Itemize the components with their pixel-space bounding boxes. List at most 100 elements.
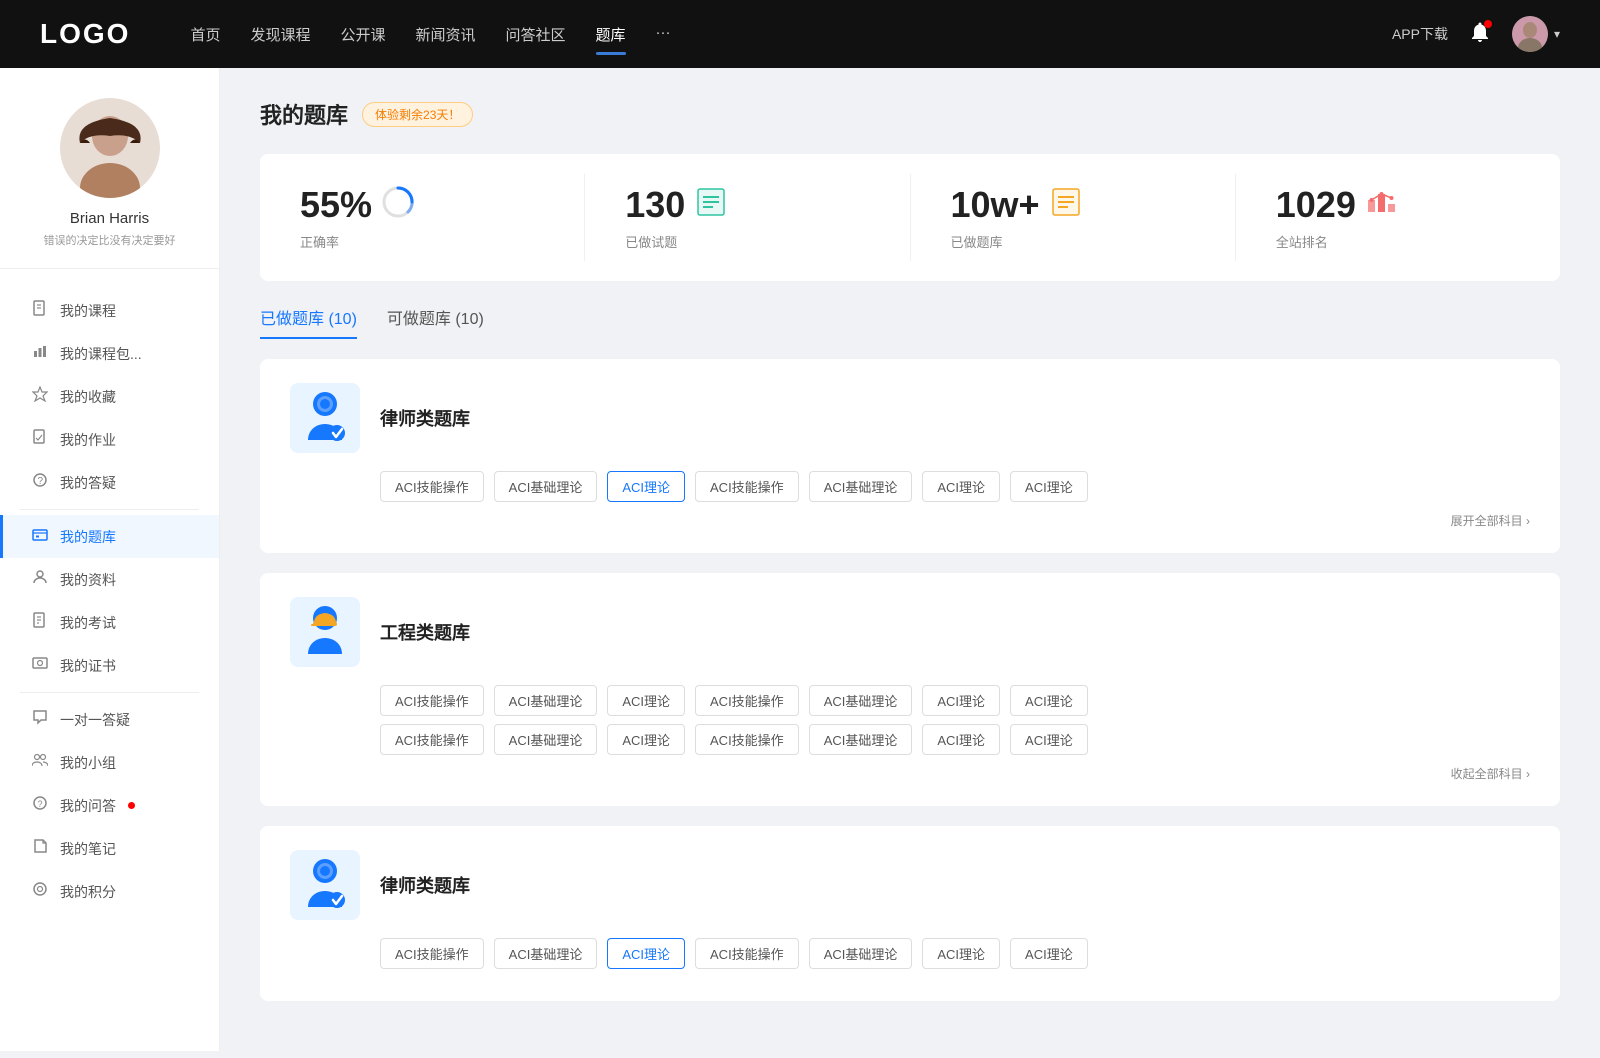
svg-text:?: ? (38, 799, 43, 809)
group-icon (30, 752, 50, 773)
tag-item[interactable]: ACI理论 (1010, 938, 1088, 969)
logo[interactable]: LOGO (40, 18, 130, 50)
sidebar-item-exam[interactable]: 我的考试 (0, 601, 219, 644)
tag-item[interactable]: ACI技能操作 (380, 471, 484, 502)
nav-news[interactable]: 新闻资讯 (416, 20, 476, 49)
sidebar-item-course-pack[interactable]: 我的课程包... (0, 332, 219, 375)
sidebar-divider-2 (20, 692, 199, 693)
tab-todo[interactable]: 可做题库 (10) (387, 305, 484, 339)
tag-item[interactable]: ACI技能操作 (695, 938, 799, 969)
bank-card-lawyer-2: 律师类题库 ACI技能操作 ACI基础理论 ACI理论 ACI技能操作 ACI基… (260, 826, 1560, 1001)
sidebar-item-label: 我的问答 (60, 796, 116, 816)
engineer-card-icon (290, 597, 360, 667)
sidebar-menu: 我的课程 我的课程包... 我的收藏 我的作业 (0, 279, 219, 923)
notification-bell[interactable] (1468, 20, 1492, 49)
certificate-icon (30, 655, 50, 676)
sidebar-item-homework[interactable]: 我的作业 (0, 418, 219, 461)
nav-open-course[interactable]: 公开课 (340, 20, 385, 49)
page-title: 我的题库 (260, 98, 348, 130)
bank-card-header: 工程类题库 (290, 597, 1530, 667)
stat-label: 已做试题 (625, 232, 677, 251)
points-icon (30, 881, 50, 902)
sidebar-item-qa[interactable]: ? 我的答疑 (0, 461, 219, 504)
tag-item[interactable]: ACI基础理论 (494, 938, 598, 969)
sidebar-item-my-courses[interactable]: 我的课程 (0, 289, 219, 332)
nav-more[interactable]: ··· (656, 20, 671, 49)
nav-links: 首页 发现课程 公开课 新闻资讯 问答社区 题库 ··· (190, 20, 1352, 49)
tag-item[interactable]: ACI理论 (1010, 685, 1088, 716)
sidebar-item-label: 我的小组 (60, 753, 116, 773)
lawyer-1-tags: ACI技能操作 ACI基础理论 ACI理论 ACI技能操作 ACI基础理论 AC… (380, 471, 1530, 502)
tag-item[interactable]: ACI基础理论 (809, 724, 913, 755)
tag-item[interactable]: ACI理论 (922, 685, 1000, 716)
lawyer-2-tags: ACI技能操作 ACI基础理论 ACI理论 ACI技能操作 ACI基础理论 AC… (380, 938, 1530, 969)
tag-item[interactable]: ACI理论 (607, 471, 685, 502)
tag-item[interactable]: ACI理论 (607, 724, 685, 755)
app-download[interactable]: APP下载 (1392, 24, 1448, 44)
nav-question-bank[interactable]: 题库 (596, 20, 626, 49)
accuracy-icon (382, 186, 414, 225)
collapse-btn[interactable]: 收起全部科目 › (1451, 765, 1530, 782)
nav-discover[interactable]: 发现课程 (250, 20, 310, 49)
stat-ranking: 1029 全站排名 (1236, 174, 1560, 261)
stat-top: 10w+ (951, 184, 1082, 226)
tag-item[interactable]: ACI技能操作 (380, 685, 484, 716)
tag-item[interactable]: ACI理论 (922, 938, 1000, 969)
tag-item[interactable]: ACI理论 (922, 724, 1000, 755)
sidebar-item-certificate[interactable]: 我的证书 (0, 644, 219, 687)
banks-icon (1050, 186, 1082, 225)
tag-item[interactable]: ACI基础理论 (494, 685, 598, 716)
profile-avatar (60, 98, 160, 198)
tag-item[interactable]: ACI理论 (922, 471, 1000, 502)
sidebar-item-question-bank[interactable]: 我的题库 (0, 515, 219, 558)
sidebar-item-label: 我的作业 (60, 430, 116, 450)
ranking-icon (1366, 186, 1398, 225)
stat-top: 55% (300, 184, 414, 226)
navbar-right: APP下载 ▾ (1392, 16, 1560, 52)
sidebar-item-1on1[interactable]: 一对一答疑 (0, 698, 219, 741)
qa-badge (128, 802, 135, 809)
stat-done-questions: 130 已做试题 (585, 174, 910, 261)
tag-item[interactable]: ACI基础理论 (494, 724, 598, 755)
stat-label: 已做题库 (951, 232, 1003, 251)
homework-icon (30, 429, 50, 450)
tag-item[interactable]: ACI基础理论 (809, 938, 913, 969)
sidebar-item-group[interactable]: 我的小组 (0, 741, 219, 784)
nav-home[interactable]: 首页 (190, 20, 220, 49)
sidebar-item-label: 我的资料 (60, 570, 116, 590)
question-icon: ? (30, 472, 50, 493)
main-content: 我的题库 体验剩余23天！ 55% 正确率 130 (220, 68, 1600, 1051)
sidebar-item-points[interactable]: 我的积分 (0, 870, 219, 913)
tag-item[interactable]: ACI理论 (1010, 471, 1088, 502)
tag-item[interactable]: ACI技能操作 (695, 685, 799, 716)
sidebar-item-label: 我的证书 (60, 656, 116, 676)
tag-item[interactable]: ACI基础理论 (494, 471, 598, 502)
sidebar-item-favorites[interactable]: 我的收藏 (0, 375, 219, 418)
sidebar-item-profile[interactable]: 我的资料 (0, 558, 219, 601)
chat-icon (30, 709, 50, 730)
stat-label: 正确率 (300, 232, 339, 251)
card-footer: 展开全部科目 › (290, 512, 1530, 529)
tag-item[interactable]: ACI技能操作 (380, 724, 484, 755)
stat-top: 130 (625, 184, 727, 226)
user-avatar[interactable]: ▾ (1512, 16, 1560, 52)
avatar-image (1512, 16, 1548, 52)
expand-btn[interactable]: 展开全部科目 › (1451, 512, 1530, 529)
tag-item[interactable]: ACI技能操作 (695, 724, 799, 755)
nav-qa[interactable]: 问答社区 (506, 20, 566, 49)
bank-icon (30, 526, 50, 547)
tag-item[interactable]: ACI技能操作 (380, 938, 484, 969)
sidebar-item-my-qa[interactable]: ? 我的问答 (0, 784, 219, 827)
tag-item[interactable]: ACI技能操作 (695, 471, 799, 502)
navbar: LOGO 首页 发现课程 公开课 新闻资讯 问答社区 题库 ··· APP下载 … (0, 0, 1600, 68)
notes-icon (30, 838, 50, 859)
tag-item[interactable]: ACI理论 (607, 938, 685, 969)
tag-item[interactable]: ACI理论 (1010, 724, 1088, 755)
tab-done[interactable]: 已做题库 (10) (260, 305, 357, 339)
card-footer: 收起全部科目 › (290, 765, 1530, 782)
tag-item[interactable]: ACI理论 (607, 685, 685, 716)
tag-item[interactable]: ACI基础理论 (809, 471, 913, 502)
profile-name: Brian Harris (70, 210, 149, 227)
tag-item[interactable]: ACI基础理论 (809, 685, 913, 716)
sidebar-item-notes[interactable]: 我的笔记 (0, 827, 219, 870)
